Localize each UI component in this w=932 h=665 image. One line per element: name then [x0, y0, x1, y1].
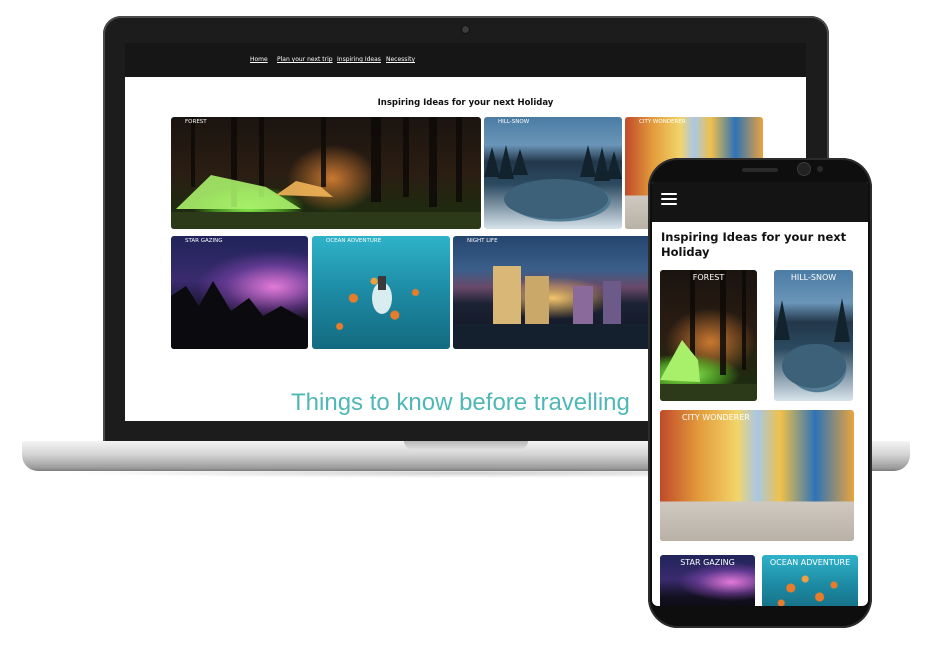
tile-ocean-adventure[interactable]: OCEAN ADVENTURE — [762, 555, 858, 606]
phone-speaker — [742, 168, 778, 172]
nav-link-necessity[interactable]: Necessity — [386, 56, 415, 63]
tile-hill-snow[interactable]: HILL-SNOW — [774, 270, 853, 401]
laptop-notch — [404, 441, 528, 449]
star-gazing-image — [171, 281, 308, 349]
tile-ocean-adventure[interactable]: OCEAN ADVENTURE — [312, 236, 450, 349]
tile-forest[interactable]: FOREST — [660, 270, 757, 401]
hill-snow-image — [774, 298, 850, 388]
tile-caption: FOREST — [692, 273, 725, 282]
tile-caption: OCEAN ADVENTURE — [326, 238, 382, 244]
phone-navbar — [652, 182, 868, 222]
nav-link-inspiring-ideas[interactable]: Inspiring Ideas — [337, 56, 381, 63]
tile-caption: FOREST — [185, 119, 207, 125]
tile-forest[interactable]: FOREST — [171, 117, 481, 229]
tile-star-gazing[interactable]: STAR GAZING — [660, 555, 755, 606]
hamburger-menu-icon[interactable] — [661, 193, 677, 206]
city-street — [660, 410, 854, 541]
tile-caption: NIGHT LIFE — [467, 238, 498, 244]
section-title-things-to-know: Things to know before travelling — [291, 389, 630, 416]
forest-image — [171, 117, 481, 229]
phone-sensor — [817, 166, 823, 172]
tile-caption: HILL-SNOW — [498, 119, 530, 125]
tile-caption: CITY WONDERER — [639, 119, 686, 125]
tile-caption: STAR GAZING — [185, 238, 223, 244]
laptop-navbar: Home Plan your next trip Inspiring Ideas… — [125, 43, 806, 77]
tile-caption: STAR GAZING — [680, 558, 735, 567]
forest-image — [660, 270, 757, 401]
page-heading: Inspiring Ideas for your next Holiday — [661, 230, 847, 259]
tile-star-gazing[interactable]: STAR GAZING — [171, 236, 308, 349]
phone-screen: Inspiring Ideas for your next Holiday FO… — [652, 182, 868, 606]
tile-hill-snow[interactable]: HILL-SNOW — [484, 117, 622, 229]
page-heading: Inspiring Ideas for your next Holiday — [377, 98, 554, 108]
nav-link-home[interactable]: Home — [250, 56, 268, 63]
tile-caption: CITY WONDERER — [682, 413, 750, 422]
tile-caption: HILL-SNOW — [790, 273, 837, 282]
night-life-image — [453, 266, 653, 349]
phone-camera-icon — [798, 163, 810, 175]
tile-night-life[interactable]: NIGHT LIFE — [453, 236, 653, 349]
ocean-adventure-image — [372, 276, 392, 314]
laptop-camera — [462, 26, 469, 33]
hill-snow-image — [484, 145, 622, 219]
tile-caption: OCEAN ADVENTURE — [769, 558, 851, 567]
nav-link-plan-trip[interactable]: Plan your next trip — [277, 56, 333, 63]
tile-city-wonderer[interactable]: CITY WONDERER — [660, 410, 854, 541]
